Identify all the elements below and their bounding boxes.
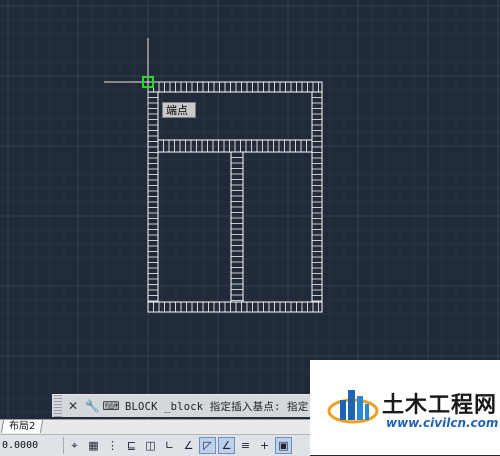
close-icon[interactable]: ✕: [65, 398, 81, 414]
status-bar: 0.0000 ⌖ ▦ ⋮ ⊑ ◫ ∟ ∠ ◸ ∠ ≡ + ▣: [0, 434, 310, 456]
watermark-url: www.civilcn.com: [386, 416, 499, 430]
lineweight-icon[interactable]: ≡: [237, 437, 254, 454]
quick-properties-icon[interactable]: ▣: [275, 437, 292, 454]
command-line-grip[interactable]: [54, 395, 62, 417]
dynamic-input-icon[interactable]: ◫: [142, 437, 159, 454]
ortho-mode-icon[interactable]: ∟: [161, 437, 178, 454]
coordinate-readout[interactable]: 0.0000: [0, 437, 64, 454]
watermark-title: 土木工程网: [382, 393, 498, 418]
object-snap-icon[interactable]: ◸: [199, 437, 216, 454]
snap-mode-icon[interactable]: ⋮: [104, 437, 121, 454]
grid-display-icon[interactable]: ▦: [85, 437, 102, 454]
command-line[interactable]: ✕ 🔧 ⌨ BLOCK _block 指定插入基点: 指定: [52, 394, 310, 417]
layout-tab-strip: 布局2: [0, 419, 310, 434]
command-prompt-icon[interactable]: ⌨: [102, 398, 119, 414]
infer-constraints-icon[interactable]: ⊑: [123, 437, 140, 454]
tab-layout2[interactable]: 布局2: [0, 420, 44, 433]
endpoint-snap-tooltip: 端点: [162, 102, 196, 118]
polar-tracking-icon[interactable]: ∠: [180, 437, 197, 454]
wrench-icon[interactable]: 🔧: [84, 398, 100, 414]
transparency-icon[interactable]: +: [256, 437, 273, 454]
object-snap-tracking-icon[interactable]: ∠: [218, 437, 235, 454]
snap-tooltip-label: 端点: [166, 104, 188, 117]
model-space-icon[interactable]: ⌖: [66, 437, 83, 454]
watermark-logo: 土木工程网 www.civilcn.com: [310, 360, 500, 455]
civilcn-logo-icon: [327, 390, 379, 424]
command-line-text[interactable]: BLOCK _block 指定插入基点: 指定: [125, 399, 308, 414]
